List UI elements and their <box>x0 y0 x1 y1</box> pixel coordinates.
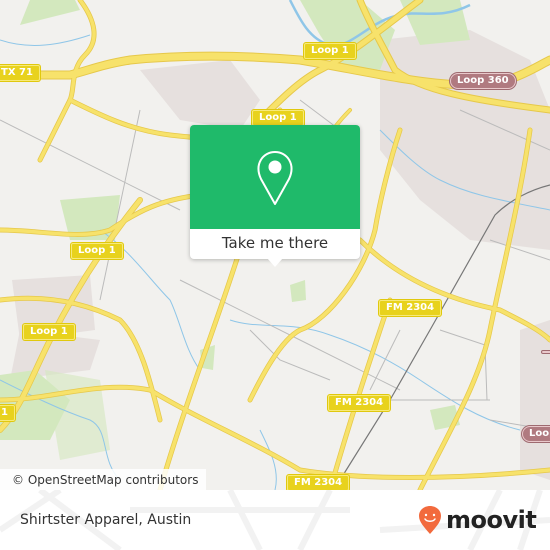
road-shield-loop1: Loop 1 <box>71 243 123 259</box>
moovit-smiley-pin-icon <box>419 506 441 534</box>
park <box>20 0 80 25</box>
map-attribution[interactable]: © OpenStreetMap contributors <box>0 469 207 490</box>
road-shield-loop <box>542 351 550 353</box>
moovit-wordmark: moovit <box>446 506 537 534</box>
road-shield-fm2304: FM 2304 <box>287 475 350 490</box>
road-shield-loop1: Loop 1 <box>252 110 304 126</box>
popup-header <box>190 125 360 229</box>
urban-area <box>520 320 550 480</box>
park <box>45 370 110 460</box>
stream <box>0 34 91 46</box>
road-shield-loop: Loop <box>522 426 550 442</box>
urban-area <box>140 60 260 130</box>
popup-pointer <box>267 258 283 267</box>
destination-popup: Take me there <box>190 125 360 267</box>
location-pin-icon <box>257 151 293 205</box>
road-shield-loop1: Loop 1 <box>304 43 356 59</box>
road-fm2304 <box>358 238 550 342</box>
road-shield-loop1: Loop 1 <box>23 324 75 340</box>
road-shield-fm2304: FM 2304 <box>379 300 442 316</box>
road-shield-loop1: 1 <box>0 405 15 421</box>
moovit-logo[interactable]: moovit <box>418 505 537 535</box>
urban-area <box>380 30 550 250</box>
take-me-there-button[interactable]: Take me there <box>190 229 360 259</box>
stream <box>259 429 277 490</box>
road-shield-tx71: TX 71 <box>0 65 40 81</box>
road-shield-fm2304: FM 2304 <box>328 395 391 411</box>
place-name: Shirtster Apparel, Austin <box>20 512 192 528</box>
park <box>290 280 306 302</box>
road <box>38 0 96 162</box>
road-shield-loop360: Loop 360 <box>450 73 516 89</box>
